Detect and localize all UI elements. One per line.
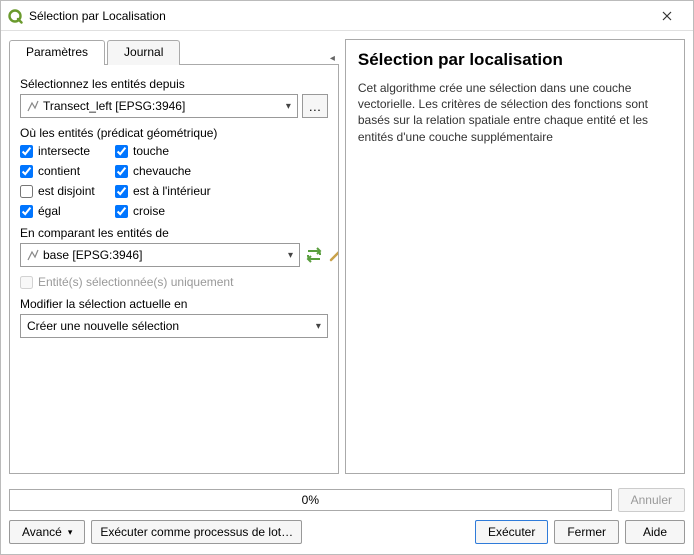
checkbox-equals[interactable]: égal (20, 204, 115, 218)
app-icon (7, 8, 23, 24)
titlebar: Sélection par Localisation (1, 1, 693, 31)
modify-combo[interactable]: Créer une nouvelle sélection ▾ (20, 314, 328, 338)
help-panel: Sélection par localisation Cet algorithm… (345, 39, 685, 474)
progress-text: 0% (302, 493, 319, 507)
checkbox-disjoint[interactable]: est disjoint (20, 184, 115, 198)
window-close-button[interactable] (647, 2, 687, 30)
chevron-down-icon: ▾ (288, 250, 293, 261)
line-layer-icon (27, 100, 39, 112)
window-title: Sélection par Localisation (29, 9, 647, 23)
checkbox-selected-only[interactable]: Entité(s) sélectionnée(s) uniquement (20, 275, 328, 289)
checkbox-within[interactable]: est à l'intérieur (115, 184, 255, 198)
modify-label: Modifier la sélection actuelle en (20, 297, 328, 311)
batch-button[interactable]: Exécuter comme processus de lot… (91, 520, 302, 544)
help-title: Sélection par localisation (358, 50, 672, 70)
settings-button[interactable] (328, 243, 339, 267)
iterate-button[interactable] (304, 243, 324, 267)
select-from-combo[interactable]: Transect_left [EPSG:3946] ▾ (20, 94, 298, 118)
chevron-down-icon: ▾ (68, 527, 73, 538)
help-body: Cet algorithme crée une sélection dans u… (358, 80, 672, 145)
run-button[interactable]: Exécuter (475, 520, 548, 544)
cancel-button[interactable]: Annuler (618, 488, 685, 512)
chevron-down-icon: ▾ (316, 321, 321, 332)
line-layer-icon (27, 249, 39, 261)
close-button[interactable]: Fermer (554, 520, 619, 544)
modify-value: Créer une nouvelle sélection (27, 319, 179, 333)
checkbox-contains[interactable]: contient (20, 164, 115, 178)
help-button[interactable]: Aide (625, 520, 685, 544)
select-from-browse-button[interactable]: … (302, 94, 328, 118)
tab-bar: Paramètres Journal ◂ (9, 39, 339, 64)
select-from-value: Transect_left [EPSG:3946] (43, 99, 185, 113)
select-from-label: Sélectionnez les entités depuis (20, 77, 328, 91)
tab-log[interactable]: Journal (107, 40, 180, 65)
checkbox-intersects[interactable]: intersecte (20, 144, 115, 158)
predicates-label: Où les entités (prédicat géométrique) (20, 126, 328, 140)
compare-label: En comparant les entités de (20, 226, 328, 240)
parameters-panel: Sélectionnez les entités depuis Transect… (9, 64, 339, 474)
tab-parameters[interactable]: Paramètres (9, 40, 105, 65)
compare-value: base [EPSG:3946] (43, 248, 142, 262)
panel-collapse-handle[interactable]: ◂ (330, 53, 339, 64)
progress-bar: 0% (9, 489, 612, 511)
checkbox-touches[interactable]: touche (115, 144, 255, 158)
advanced-button[interactable]: Avancé ▾ (9, 520, 85, 544)
chevron-down-icon: ▾ (286, 101, 291, 112)
checkbox-overlaps[interactable]: chevauche (115, 164, 255, 178)
compare-combo[interactable]: base [EPSG:3946] ▾ (20, 243, 300, 267)
checkbox-crosses[interactable]: croise (115, 204, 255, 218)
